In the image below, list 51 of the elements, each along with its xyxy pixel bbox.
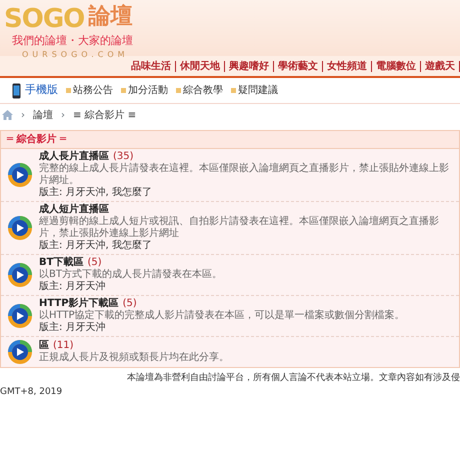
breadcrumb-separator: › [21, 108, 25, 122]
post-count: (5) [122, 298, 137, 310]
footer-time: GMT+8, 2019 [0, 386, 64, 398]
play-icon [7, 262, 33, 288]
post-count: (11) [53, 340, 74, 352]
forum-description: 正規成人長片及視頻或類長片均在此分享。 [39, 352, 229, 364]
forum-title[interactable]: 成人短片直播區 [39, 204, 109, 216]
forum-title[interactable]: 區 [39, 340, 49, 352]
play-icon [7, 162, 33, 188]
breadcrumb-link[interactable]: 論壇 [33, 108, 53, 122]
bullet-icon [121, 88, 126, 93]
phone-icon [12, 82, 21, 98]
nav-link[interactable]: 站務公告 [73, 83, 113, 98]
forum-title[interactable]: 成人長片直播區 [39, 151, 109, 163]
nav-link[interactable]: 女性頻道 [323, 60, 372, 72]
bullet-icon [66, 88, 71, 93]
moderator-list: 版主: 月牙天沖 [39, 281, 222, 293]
moderator-list: 版主: 月牙天沖 [39, 322, 405, 334]
nav-link[interactable]: 興趣嗜好 [225, 60, 274, 72]
nav-link[interactable]: 疑問建議 [238, 83, 278, 98]
nav-link[interactable]: 休閒天地 [176, 60, 225, 72]
footer-notice: 本論壇為非營利自由討論平台，所有個人言論不代表本站立場。文章內容如有涉及侵 [126, 372, 460, 385]
forum-description: 完整的線上成人長片請發表在這裡。本區僅限嵌入論壇網頁之直播影片，禁止張貼外連線上影片網址。 [39, 163, 450, 186]
nav-link[interactable]: 綜合教學 [183, 83, 223, 98]
post-count: (35) [113, 151, 134, 162]
domain-text: OURSOGO.COM [22, 50, 130, 60]
forum-title[interactable]: HTTP影片下載區 [39, 298, 119, 310]
nav-link[interactable]: 學術藝文 [274, 60, 323, 72]
breadcrumb-link[interactable]: ≡ 綜合影片 ≡ [73, 108, 136, 122]
logo-text: 論壇 [88, 2, 132, 31]
nav-link[interactable]: 遊戲天 [421, 60, 460, 72]
section-title: ═ 綜合影片 ═ [1, 131, 459, 149]
post-count: (5) [87, 257, 102, 268]
moderator-list: 版主: 月牙天沖, 我怎麼了 [39, 240, 453, 252]
home-icon[interactable] [2, 110, 13, 120]
forum-description: 經過剪輯的線上成人短片或視訊、自拍影片請發表在這裡。本區僅限嵌入論壇網頁之直播影片，禁止張貼外連線上影片網址 [39, 216, 440, 240]
mobile-link[interactable]: 手機版 [25, 82, 58, 99]
nav-link[interactable]: 電腦數位 [372, 60, 421, 72]
slogan: 我們的論壇・大家的論壇 [12, 33, 134, 49]
nav-link[interactable]: 品味生活 [127, 60, 176, 72]
moderator-list: 版主: 月牙天沖, 我怎麼了 [39, 187, 453, 199]
play-icon [7, 303, 33, 329]
forum-description: 以HTTP協定下載的完整成人影片請發表在本區，可以是單一檔案或數個分割檔案。 [39, 310, 405, 322]
bullet-icon [176, 88, 181, 93]
forum-title[interactable]: BT下載區 [39, 257, 84, 269]
breadcrumb-separator: › [61, 108, 65, 122]
play-icon [7, 339, 33, 365]
forum-description: 以BT方式下載的成人長片請發表在本區。 [39, 269, 222, 280]
play-icon [7, 215, 33, 241]
nav-link[interactable]: 加分活動 [128, 83, 168, 98]
bullet-icon [231, 88, 236, 93]
